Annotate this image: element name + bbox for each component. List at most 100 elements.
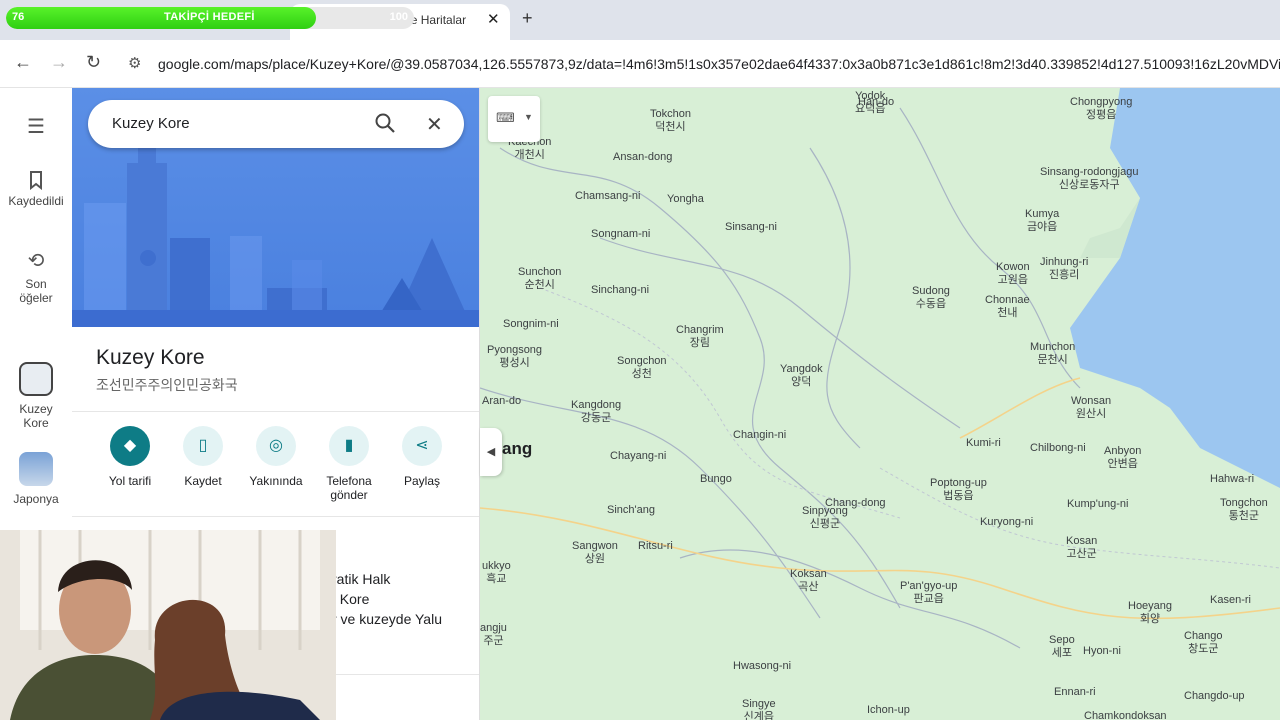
recent-place-japonya[interactable]: Japonya <box>0 452 72 506</box>
map-place-label[interactable]: Songnim-ni <box>503 318 559 331</box>
map-place-label[interactable]: Wonsan 원산시 <box>1071 395 1111 421</box>
send-to-phone-button[interactable]: ▮ Telefona gönder <box>309 426 389 502</box>
map-place-label[interactable]: Chango 창도군 <box>1184 630 1223 656</box>
map-place-name: Chango <box>1184 630 1223 642</box>
map-place-label[interactable]: Sinsang-ni <box>725 221 777 234</box>
saved-button[interactable]: Kaydedildi <box>0 170 72 208</box>
search-icon[interactable] <box>374 112 396 134</box>
place-native-name: 조선민주주의인민공화국 <box>96 377 238 393</box>
map-place-label[interactable]: Sinchang-ni <box>591 284 649 297</box>
map-place-label[interactable]: Hoeyang 회양 <box>1128 600 1172 626</box>
map-place-label[interactable]: Changin-ni <box>733 429 786 442</box>
map-place-label[interactable]: Sepo 세포 <box>1049 634 1075 660</box>
map-place-label[interactable]: Ennan-ri <box>1054 686 1096 699</box>
recent-button[interactable]: ⟲ Son öğeler <box>0 248 72 305</box>
map-place-label[interactable]: Kump'ung-ni <box>1067 498 1128 511</box>
map-place-label[interactable]: Hwasong-ni <box>733 660 791 673</box>
map-place-label[interactable]: Hahwa-ri <box>1210 473 1254 486</box>
map-place-label[interactable]: Yongha <box>667 193 704 206</box>
map-place-label[interactable]: Ritsu-ri <box>638 540 673 553</box>
back-icon[interactable]: ← <box>14 52 32 73</box>
input-tools-button[interactable]: ⌨ ▼ <box>488 96 540 142</box>
map-place-label[interactable]: Ansan-dong <box>613 151 672 164</box>
collapse-panel-button[interactable]: ◀ <box>480 428 502 476</box>
japan-label: Japonya <box>13 492 59 506</box>
map-place-label[interactable]: Munchon 문천시 <box>1030 341 1075 367</box>
map-place-name: Chamsang-ni <box>575 190 641 202</box>
map-place-label[interactable]: Pyongsong 평성시 <box>487 344 542 370</box>
reload-icon[interactable]: ↻ <box>86 52 101 73</box>
map-place-label[interactable]: Chayang-ni <box>610 450 666 463</box>
map-place-label[interactable]: Kumya 금야읍 <box>1025 208 1059 234</box>
map-place-label[interactable]: Koksan 곡산 <box>790 568 827 594</box>
map-place-label[interactable]: Chilbong-ni <box>1030 442 1086 455</box>
directions-button[interactable]: ◆ Yol tarifi <box>90 426 170 488</box>
map-place-label[interactable]: Singye 신계읍 <box>742 698 776 720</box>
map-place-label[interactable]: Chonnae 천내 <box>985 294 1030 320</box>
clear-search-icon[interactable]: ✕ <box>426 112 443 137</box>
map-place-label[interactable]: Kowon 고원읍 <box>996 261 1030 287</box>
nearby-button[interactable]: ◎ Yakınında <box>236 426 316 488</box>
search-box[interactable]: Kuzey Kore ✕ <box>88 100 464 148</box>
map-place-native-name: 진흥리 <box>1048 269 1080 281</box>
new-tab-icon[interactable]: + <box>522 8 533 29</box>
map-place-name: Poptong-up <box>930 477 987 489</box>
map-place-label[interactable]: Kumi-ri <box>966 437 1001 450</box>
map-place-label[interactable]: Bungo <box>700 473 732 486</box>
map-place-label[interactable]: Jinhung-ri 진흥리 <box>1040 256 1088 282</box>
description-line: ratik Halk <box>332 571 391 587</box>
map-place-label[interactable]: Kosan 고산군 <box>1066 535 1097 561</box>
map-place-label[interactable]: Chongpyong 정평읍 <box>1070 96 1132 122</box>
map-place-native-name: 양덕 <box>791 376 812 388</box>
share-button[interactable]: ⋖ Paylaş <box>382 426 462 488</box>
map-place-label[interactable]: Hyon-ni <box>1083 645 1121 658</box>
map-place-label[interactable]: Sinch'ang <box>607 504 655 517</box>
map-place-name: Yongha <box>667 193 704 205</box>
map-place-label[interactable]: Songnam-ni <box>591 228 650 241</box>
map-place-label[interactable]: Kuryong-ni <box>980 516 1033 529</box>
map-place-label[interactable]: Chamkondoksan <box>1084 710 1167 720</box>
map-place-label[interactable]: Sinsang-rodongjagu 신상로동자구 <box>1040 166 1138 192</box>
tab-close-icon[interactable]: ✕ <box>487 10 500 28</box>
map-place-label[interactable]: Sunchon 순천시 <box>518 266 561 292</box>
address-bar[interactable]: ⚙ google.com/maps/place/Kuzey+Kore/@39.0… <box>118 46 1280 82</box>
map-place-label[interactable]: Anbyon 안변읍 <box>1104 445 1141 471</box>
map-place-label[interactable]: Songchon 성천 <box>617 355 667 381</box>
map-place-label[interactable]: Changrim 장림 <box>676 324 724 350</box>
map-place-label[interactable]: Kangdong 강동군 <box>571 399 621 425</box>
map-place-label[interactable]: Poptong-up 법동읍 <box>930 477 987 503</box>
map-place-label[interactable]: Sinpyong 신평군 <box>802 505 848 531</box>
map-place-name: Ichon-up <box>867 704 910 716</box>
map-place-label[interactable]: P'an'gyo-up 판교읍 <box>900 580 957 606</box>
map-place-label[interactable]: Aran-do <box>482 395 521 408</box>
map-canvas[interactable]: Tokchon 덕천시 Han-do Chongpyong 정평읍 Kaechon 개천시 A… <box>480 88 1280 720</box>
search-input[interactable]: Kuzey Kore <box>112 115 190 132</box>
map-place-name: Chongpyong <box>1070 96 1133 108</box>
follower-goal-fill <box>6 7 317 29</box>
map-place-label[interactable]: angju 주군 <box>480 622 507 648</box>
map-place-label[interactable]: Chamsang-ni <box>575 190 640 203</box>
forward-icon[interactable]: → <box>50 52 68 73</box>
map-place-label[interactable]: Sangwon 상원 <box>572 540 618 566</box>
map-place-label[interactable]: Yodok 요덕읍 <box>855 90 885 116</box>
map-place-native-name: 곡산 <box>798 581 819 593</box>
directions-label: Yol tarifi <box>108 474 152 488</box>
map-place-label[interactable]: Kasen-ri <box>1210 594 1251 607</box>
save-button[interactable]: ▯ Kaydet <box>163 426 243 488</box>
recent-place-kuzey-kore[interactable]: Kuzey Kore <box>0 362 72 430</box>
place-hero-image: Kuzey Kore ✕ <box>72 88 479 327</box>
map-place-label[interactable]: Sudong 수동읍 <box>912 285 950 311</box>
recent-place-label: Kuzey Kore <box>19 402 53 430</box>
map-place-native-name: 안변읍 <box>1107 458 1138 470</box>
map-place-label[interactable]: Ichon-up <box>867 704 910 717</box>
menu-button[interactable]: ☰ <box>0 114 72 143</box>
map-place-label[interactable]: Tongchon 통천군 <box>1220 497 1268 523</box>
map-place-label[interactable]: Changdo-up <box>1184 690 1245 703</box>
map-place-name: Ritsu-ri <box>638 540 673 552</box>
map-place-name: Aran-do <box>482 395 522 407</box>
map-place-label[interactable]: Yangdok 양덕 <box>780 363 823 389</box>
description-line: : Kore <box>332 591 370 607</box>
map-place-label[interactable]: ukkyo 흑교 <box>482 560 511 586</box>
map-place-label[interactable]: Tokchon 덕천시 <box>650 108 691 134</box>
site-settings-icon[interactable]: ⚙ <box>128 54 141 72</box>
